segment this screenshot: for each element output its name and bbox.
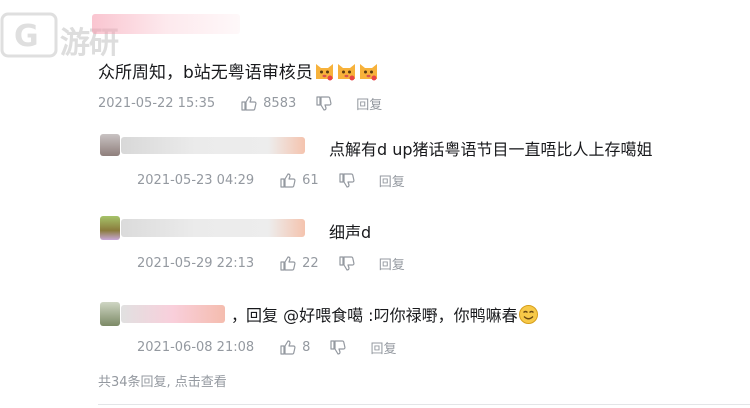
reply-text: 细声d xyxy=(329,223,372,242)
username-blurred[interactable] xyxy=(121,137,305,154)
divider xyxy=(98,404,750,405)
avatar-blurred[interactable] xyxy=(100,134,120,156)
thumb-up-icon xyxy=(241,96,257,111)
cat-emoji-icon xyxy=(314,61,335,82)
thumb-down-icon xyxy=(339,256,355,271)
comment-time: 2021-05-22 15:35 xyxy=(98,96,216,111)
like-count: 61 xyxy=(302,173,319,188)
view-more-replies-link[interactable]: 共34条回复, 点击查看 xyxy=(98,371,227,390)
reply-meta: 2021-05-23 04:29 61 回复 xyxy=(137,171,405,190)
cat-emoji-icon xyxy=(336,61,357,82)
reply-text: 点解有d up猪话粤语节目一直唔比人上存噶姐 xyxy=(329,140,653,159)
reply-time: 2021-06-08 21:08 xyxy=(137,340,255,355)
cat-emoji-icon xyxy=(358,61,379,82)
reply-time: 2021-05-23 04:29 xyxy=(137,173,255,188)
reply-text: 回复 @好喂食噶 :叼你禄嘢，你鸭嘛春 xyxy=(246,302,539,326)
thumb-up-icon xyxy=(280,340,296,355)
watermark-g-icon: G xyxy=(0,12,58,58)
username-blurred[interactable] xyxy=(92,14,240,34)
avatar-blurred[interactable] xyxy=(100,216,120,240)
thumb-down-icon xyxy=(330,340,346,355)
dislike-button[interactable] xyxy=(316,96,332,111)
like-button[interactable]: 8 xyxy=(280,340,310,355)
avatar-blurred[interactable] xyxy=(100,302,120,326)
thumb-down-icon xyxy=(316,96,332,111)
username-blurred[interactable] xyxy=(121,219,305,237)
svg-text:G: G xyxy=(14,19,39,54)
comment-meta: 2021-05-22 15:35 8583 回复 xyxy=(98,94,382,113)
like-button[interactable]: 22 xyxy=(280,256,319,271)
reply-text-prefix: ， xyxy=(231,306,248,325)
thumb-up-icon xyxy=(280,173,296,188)
smile-emoji-icon xyxy=(518,304,539,325)
dislike-button[interactable] xyxy=(330,340,346,355)
like-button[interactable]: 61 xyxy=(280,173,319,188)
like-count: 8583 xyxy=(263,96,297,111)
reply-meta: 2021-06-08 21:08 8 回复 xyxy=(137,338,396,357)
like-count: 8 xyxy=(302,340,311,355)
like-count: 22 xyxy=(302,256,319,271)
dislike-button[interactable] xyxy=(339,256,355,271)
thumb-down-icon xyxy=(339,173,355,188)
username-blurred[interactable] xyxy=(121,305,225,323)
like-button[interactable]: 8583 xyxy=(241,96,296,111)
reply-button[interactable]: 回复 xyxy=(356,94,382,113)
reply-button[interactable]: 回复 xyxy=(370,338,396,357)
reply-button[interactable]: 回复 xyxy=(379,254,405,273)
reply-button[interactable]: 回复 xyxy=(379,171,405,190)
thumb-up-icon xyxy=(280,256,296,271)
reply-meta: 2021-05-29 22:13 22 回复 xyxy=(137,254,405,273)
dislike-button[interactable] xyxy=(339,173,355,188)
comment-text: 众所周知，b站无粤语审核员 xyxy=(98,58,379,83)
reply-time: 2021-05-29 22:13 xyxy=(137,256,255,271)
